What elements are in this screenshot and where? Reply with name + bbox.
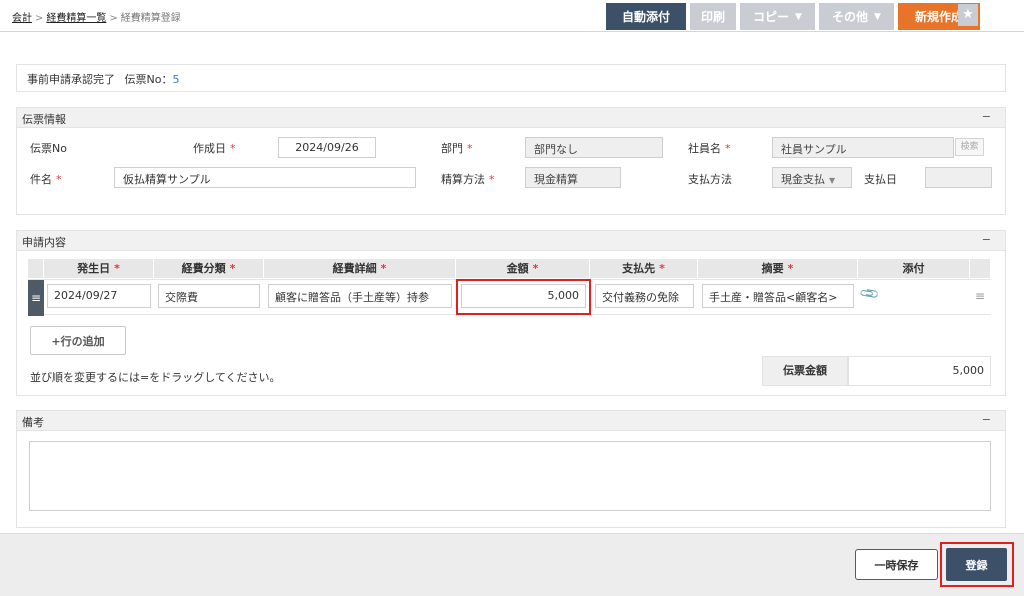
breadcrumb-current: 経費精算登録: [120, 13, 181, 24]
top-bar: 会計 > 経費精算一覧 > 経費精算登録 自動添付 印刷 コピー ▼ その他 ▼ 新規作成: [0, 0, 1024, 32]
chevron-down-icon: ▼: [874, 11, 881, 22]
required-mark: *: [229, 262, 236, 275]
required-mark: *: [725, 142, 731, 155]
temporary-save-button[interactable]: 一時保存: [855, 549, 938, 580]
settlement-method-label-text: 精算方法: [441, 173, 485, 186]
column-header-payee-text: 支払先: [622, 262, 656, 275]
breadcrumb-expense-list[interactable]: 経費精算一覧: [46, 13, 106, 24]
voucher-no-value: 5: [172, 73, 180, 86]
row-menu-icon[interactable]: ≡: [975, 289, 985, 303]
print-button[interactable]: 印刷: [690, 3, 736, 30]
department-label-text: 部門: [441, 142, 463, 155]
other-button[interactable]: その他 ▼: [819, 3, 894, 30]
required-mark: *: [114, 262, 120, 275]
column-header-amount-text: 金額: [506, 262, 529, 275]
payment-method-select[interactable]: 現金支払 ▼: [772, 167, 852, 188]
column-header-summary: 摘要 *: [698, 259, 858, 278]
add-row-button[interactable]: +行の追加: [30, 326, 126, 355]
voucher-info-panel: 伝票情報 −: [16, 107, 1006, 215]
payment-date-field[interactable]: [925, 167, 992, 188]
voucher-total-value: 5,000: [848, 356, 991, 386]
column-header-summary-text: 摘要: [761, 262, 784, 275]
memo-textarea[interactable]: [29, 441, 991, 511]
copy-button[interactable]: コピー ▼: [740, 3, 815, 30]
column-header-payee: 支払先 *: [590, 259, 698, 278]
column-header-detail-text: 経費詳細: [332, 262, 377, 275]
collapse-icon[interactable]: −: [982, 413, 991, 426]
breadcrumb-separator: >: [35, 13, 44, 24]
required-mark: *: [532, 262, 539, 275]
voucher-total-label: 伝票金額: [762, 356, 848, 386]
breadcrumb-separator: >: [109, 13, 118, 24]
favorite-star-icon[interactable]: ★: [958, 4, 978, 26]
chevron-down-icon: ▼: [829, 176, 836, 185]
employee-search-button[interactable]: 検索: [955, 138, 984, 156]
required-mark: *: [56, 173, 62, 186]
required-mark: *: [489, 173, 495, 186]
summary-cell-input[interactable]: 手土産・贈答品<顧客名>: [702, 284, 854, 308]
amount-highlight-box: [456, 279, 591, 315]
payment-date-label: 支払日: [864, 173, 897, 186]
column-header-detail: 経費詳細 *: [264, 259, 456, 278]
employee-label-text: 社員名: [688, 142, 721, 155]
grid-header-handle: [28, 259, 44, 278]
voucher-no-label: 伝票No：: [124, 73, 173, 86]
application-title: 申請内容: [22, 236, 66, 249]
created-date-label-text: 作成日: [193, 142, 226, 155]
approval-status: 事前申請承認完了: [27, 73, 115, 86]
toolbar: 自動添付 印刷 コピー ▼ その他 ▼ 新規作成: [606, 3, 980, 30]
register-button[interactable]: 登録: [946, 548, 1007, 581]
payment-method-value: 現金支払: [781, 173, 825, 186]
date-cell-input[interactable]: 2024/09/27: [47, 284, 151, 308]
required-mark: *: [230, 142, 236, 155]
required-mark: *: [467, 142, 473, 155]
column-header-category: 経費分類 *: [154, 259, 264, 278]
breadcrumb-accounting[interactable]: 会計: [12, 13, 32, 24]
column-header-amount: 金額 *: [456, 259, 590, 278]
chevron-down-icon: ▼: [795, 11, 802, 22]
category-cell-input[interactable]: 交際費: [158, 284, 260, 308]
collapse-icon[interactable]: −: [982, 110, 991, 123]
required-mark: *: [659, 262, 665, 275]
collapse-icon[interactable]: −: [982, 233, 991, 246]
required-mark: *: [380, 262, 387, 275]
detail-cell-input[interactable]: 顧客に贈答品（手土産等）持参: [268, 284, 452, 308]
status-box: 事前申請承認完了 伝票No：5: [16, 64, 1006, 92]
department-field[interactable]: 部門なし: [525, 137, 663, 158]
created-date-label: 作成日 *: [193, 140, 236, 156]
column-header-date: 発生日 *: [44, 259, 154, 278]
drag-handle-icon[interactable]: ≡: [28, 280, 44, 316]
voucher-info-header[interactable]: 伝票情報 −: [17, 108, 1005, 128]
voucher-info-title: 伝票情報: [22, 113, 66, 126]
settlement-method-label: 精算方法 *: [441, 171, 495, 187]
required-mark: *: [787, 262, 794, 275]
department-label: 部門 *: [441, 140, 473, 156]
other-label: その他: [832, 10, 869, 24]
drag-hint-text: 並び順を変更するには=をドラッグしてください。: [30, 371, 281, 384]
subject-label-text: 件名: [30, 173, 52, 186]
payment-method-label: 支払方法: [688, 173, 732, 186]
subject-input[interactable]: 仮払精算サンプル: [114, 167, 416, 188]
memo-header[interactable]: 備考 −: [17, 411, 1005, 431]
grid-header-end: [970, 259, 991, 278]
created-date-input[interactable]: 2024/09/26: [278, 137, 376, 158]
application-header[interactable]: 申請内容 −: [17, 231, 1005, 251]
payee-cell-input[interactable]: 交付義務の免除: [595, 284, 694, 308]
memo-title: 備考: [22, 416, 44, 429]
breadcrumb: 会計 > 経費精算一覧 > 経費精算登録: [12, 9, 181, 24]
settlement-method-field[interactable]: 現金精算: [525, 167, 621, 188]
copy-label: コピー: [753, 10, 790, 24]
voucher-no-field-label: 伝票No: [30, 142, 67, 155]
column-header-date-text: 発生日: [77, 262, 111, 275]
column-header-category-text: 経費分類: [181, 262, 226, 275]
employee-field[interactable]: 社員サンプル: [772, 137, 954, 158]
subject-label: 件名 *: [30, 171, 62, 187]
auto-attach-button[interactable]: 自動添付: [606, 3, 686, 30]
column-header-attach: 添付: [858, 259, 970, 278]
employee-label: 社員名 *: [688, 140, 731, 156]
